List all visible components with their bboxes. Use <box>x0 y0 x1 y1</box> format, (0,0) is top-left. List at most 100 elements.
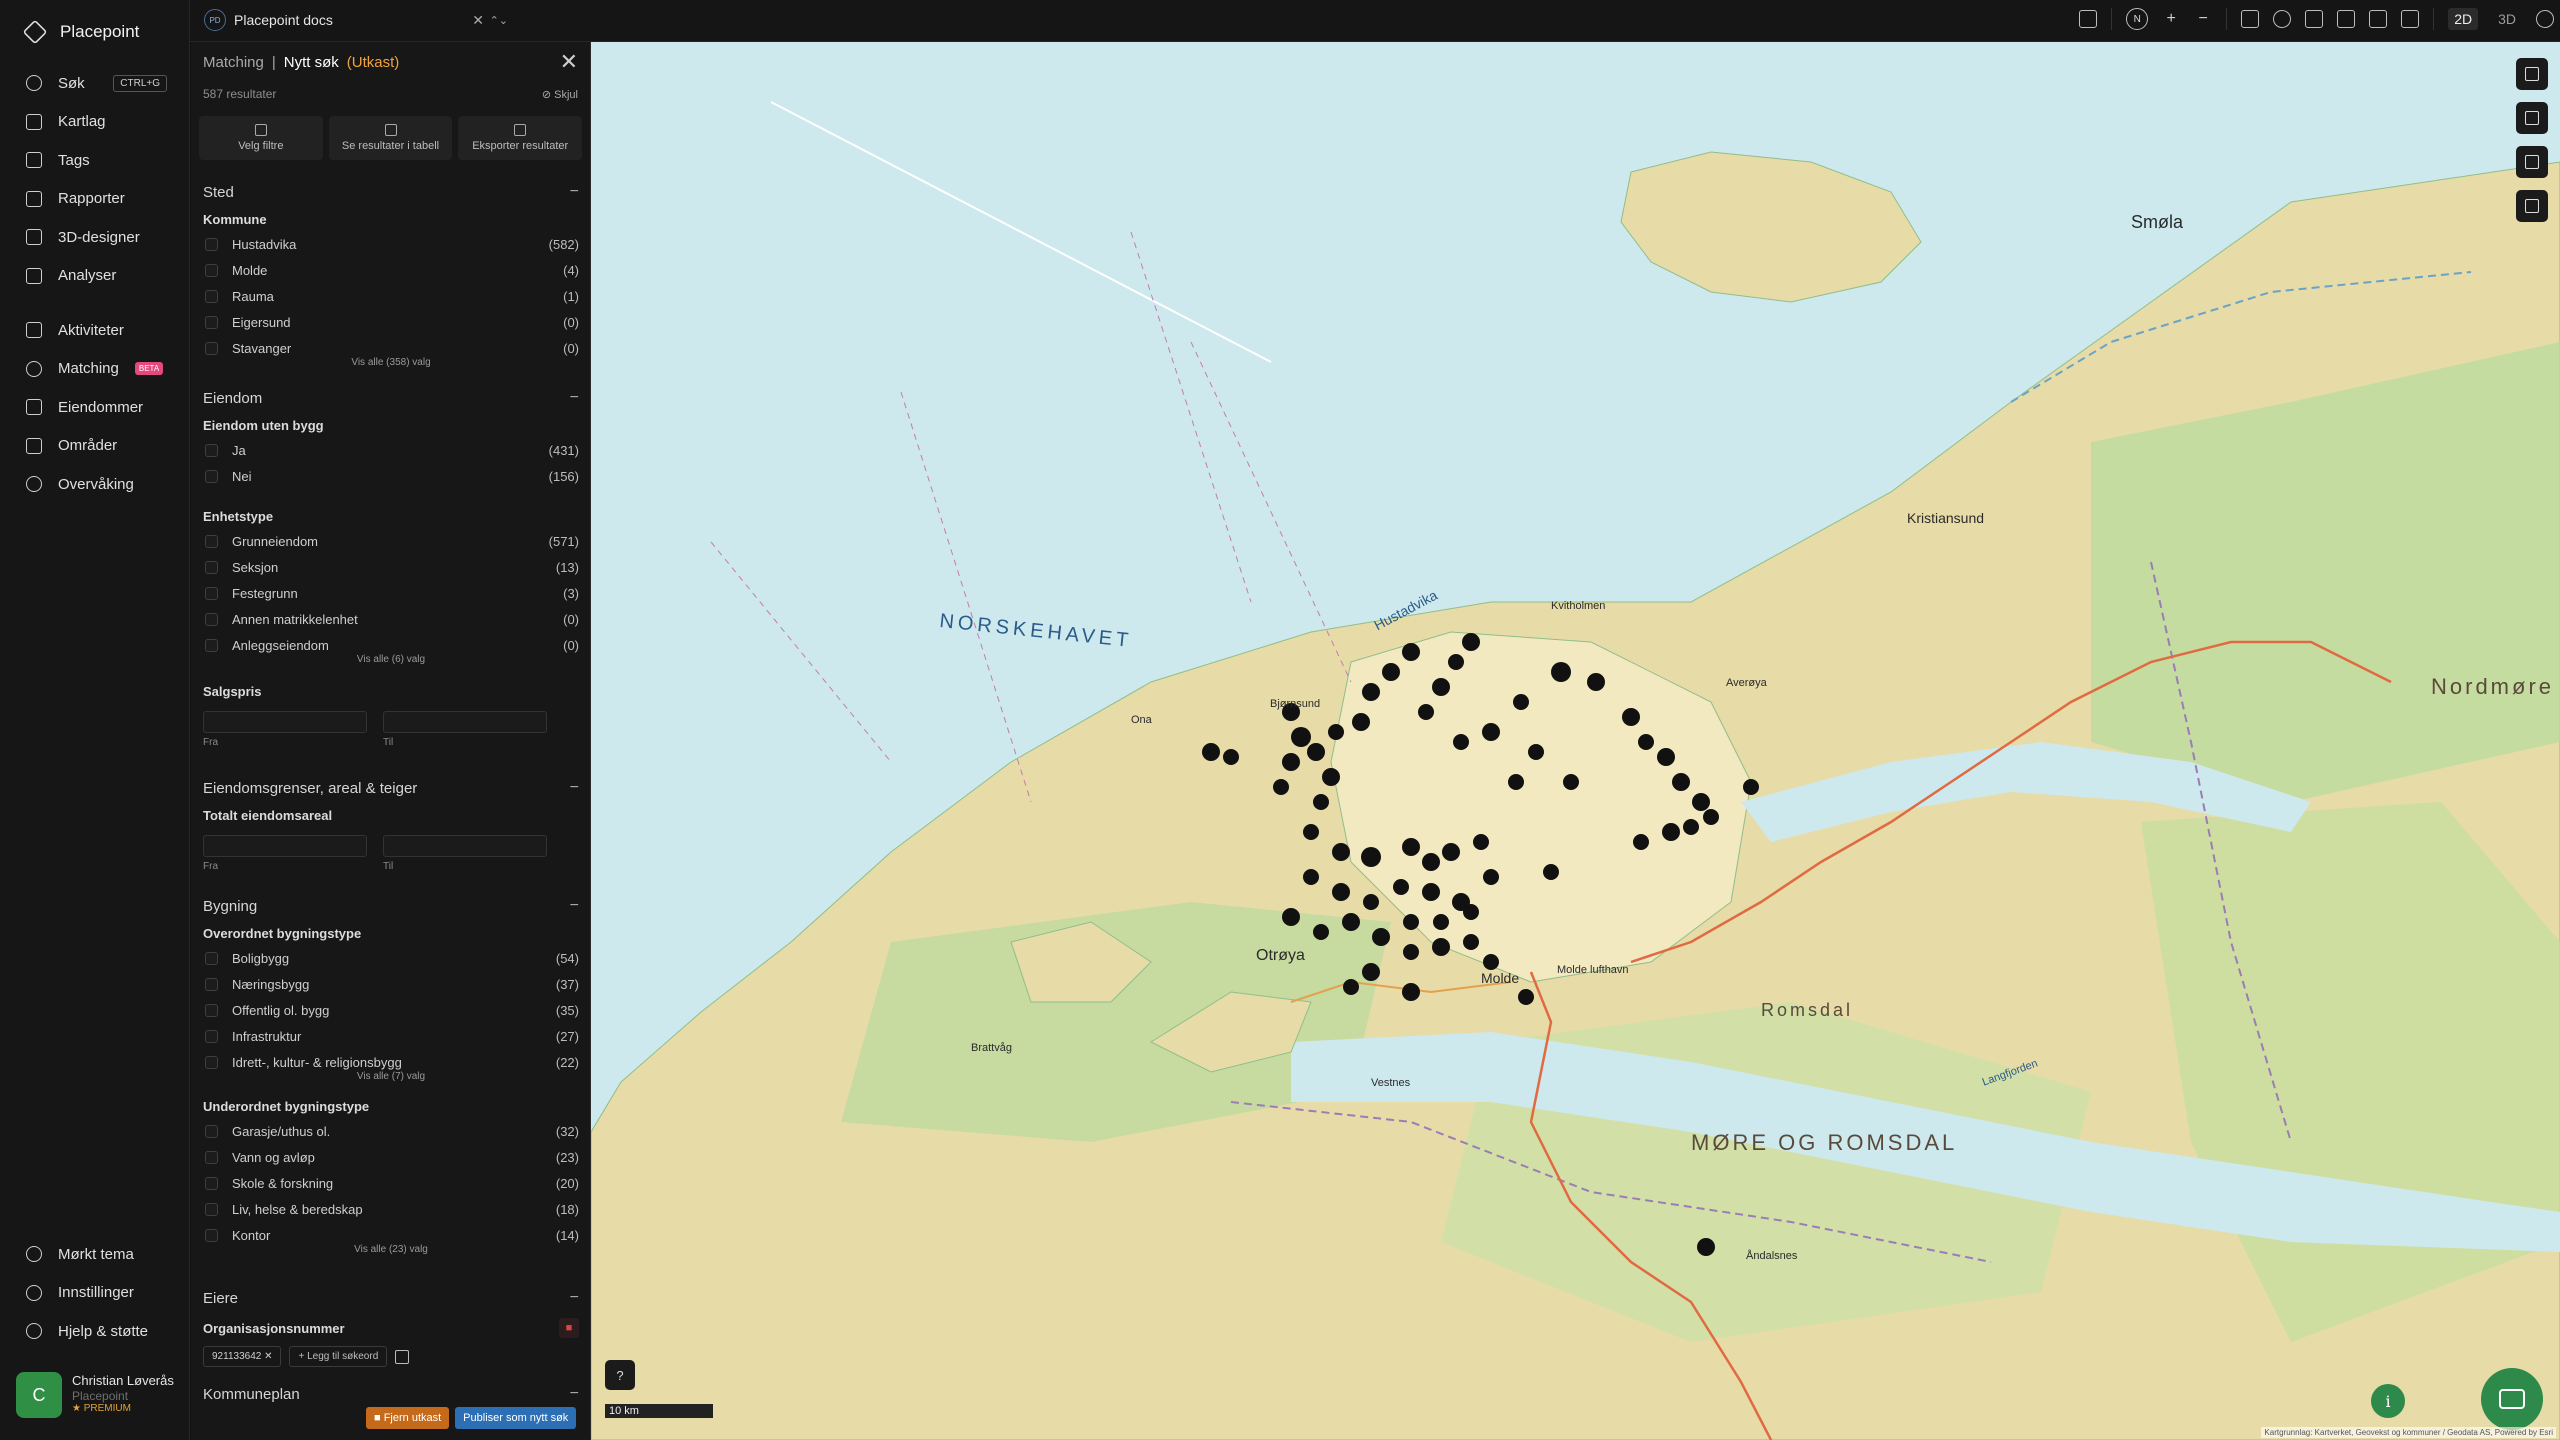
checkbox-option[interactable]: Boligbygg (54) <box>203 945 579 971</box>
brand[interactable]: Placepoint <box>0 0 189 64</box>
checkbox-option[interactable]: Eigersund (0) <box>203 309 579 335</box>
bookmark-icon[interactable] <box>2401 10 2420 28</box>
print-icon[interactable] <box>2241 10 2260 28</box>
info-icon[interactable] <box>2536 10 2554 28</box>
checkbox-option[interactable]: Hustadvika (582) <box>203 231 579 257</box>
view-table-button[interactable]: Se resultater i tabell <box>328 116 453 160</box>
doc-badge: PD <box>204 9 226 31</box>
choose-filters-button[interactable]: Velg filtre <box>199 116 323 160</box>
nav-item-analyser[interactable]: Analyser <box>0 257 189 296</box>
export-button[interactable]: Eksporter resultater <box>458 116 583 160</box>
collapse-icon[interactable]: − <box>570 1385 579 1403</box>
document-selector[interactable]: PD Placepoint docs ✕ ⌃⌄ <box>204 6 524 34</box>
price-range: Fra Til <box>203 711 579 748</box>
collapse-icon[interactable]: − <box>570 389 579 407</box>
chat-button[interactable] <box>2481 1368 2543 1430</box>
region-label: Nordmøre <box>2431 674 2555 699</box>
map-canvas[interactable] <box>591 42 2560 1440</box>
nav-item-settings[interactable]: Innstillinger <box>0 1274 190 1313</box>
fullscreen-icon[interactable] <box>2305 10 2324 28</box>
draw-button[interactable] <box>2516 190 2548 222</box>
building-icon <box>26 399 42 416</box>
show-all-link[interactable]: Vis alle (23) valg <box>203 1244 579 1258</box>
checkbox-option[interactable]: Festegrunn (3) <box>203 580 579 606</box>
map-layers-button[interactable] <box>2516 58 2548 90</box>
checkbox-option[interactable]: Nei (156) <box>203 463 579 489</box>
section-eiendom: Eiendom − Eiendom uten bygg Ja (431) Nei (1… <box>203 389 579 748</box>
gear-icon <box>26 1284 42 1301</box>
collapse-icon[interactable]: − <box>570 1289 579 1307</box>
checkbox-option[interactable]: Molde (4) <box>203 257 579 283</box>
nav-item-matching[interactable]: Matching BETA <box>0 350 189 389</box>
show-all-link[interactable]: Vis alle (7) valg <box>203 1071 579 1085</box>
checkbox-option[interactable]: Garasje/uthus ol. (32) <box>203 1118 579 1144</box>
checkbox-option[interactable]: Annen matrikkelenhet (0) <box>203 606 579 632</box>
map-view[interactable]: NORSKEHAVET MØRE OG ROMSDAL Nordmøre Rom… <box>591 42 2560 1440</box>
checkbox-option[interactable]: Ja (431) <box>203 437 579 463</box>
info-button[interactable]: i <box>2371 1384 2405 1418</box>
close-icon[interactable]: ✕ <box>560 49 578 75</box>
publish-search-button[interactable]: Publiser som nytt søk <box>455 1407 577 1429</box>
hide-toggle[interactable]: ⊘ Skjul <box>542 88 578 101</box>
table-icon <box>384 124 397 136</box>
eye-icon[interactable] <box>2273 10 2292 28</box>
nav-item-3d-designer[interactable]: 3D-designer <box>0 218 189 257</box>
collapse-icon[interactable]: − <box>570 779 579 797</box>
checkbox-option[interactable]: Rauma (1) <box>203 283 579 309</box>
place-label: Averøya <box>1726 677 1767 689</box>
checkbox-option[interactable]: Offentlig ol. bygg (35) <box>203 997 579 1023</box>
nav-item-search[interactable]: Søk CTRL+G <box>0 64 189 103</box>
nav-item-overvaking[interactable]: Overvåking <box>0 465 189 504</box>
show-all-link[interactable]: Vis alle (358) valg <box>203 357 579 371</box>
map-attribution: Kartgrunnlag: Kartverket, Geovekst og ko… <box>2261 1427 2556 1438</box>
clear-icon[interactable]: ✕ <box>472 12 484 29</box>
checkbox-option[interactable]: Næringsbygg (37) <box>203 971 579 997</box>
shortcut-badge: CTRL+G <box>113 74 167 92</box>
trash-icon[interactable]: ■ <box>559 1318 579 1338</box>
user-card[interactable]: C Christian Løverås Placepoint ★ PREMIUM <box>16 1372 174 1418</box>
nav-item-rapporter[interactable]: Rapporter <box>0 180 189 219</box>
checkbox-option[interactable]: Grunneiendom (571) <box>203 528 579 554</box>
grid-icon[interactable] <box>2369 10 2388 28</box>
remove-draft-button[interactable]: ■ Fjern utkast <box>366 1407 450 1429</box>
zoom-out-icon[interactable]: − <box>2194 10 2212 28</box>
chart-button[interactable] <box>2516 146 2548 178</box>
help-icon <box>26 1323 42 1340</box>
area-to-input[interactable] <box>383 835 547 857</box>
checkbox-option[interactable]: Liv, helse & beredskap (18) <box>203 1196 579 1222</box>
area-from-input[interactable] <box>203 835 367 857</box>
nav-item-dark-theme[interactable]: Mørkt tema <box>0 1235 190 1274</box>
nav-item-tags[interactable]: Tags <box>0 141 189 180</box>
layers-stack-icon[interactable] <box>2079 10 2098 28</box>
help-button[interactable]: ? <box>605 1360 635 1390</box>
place-label: Vestnes <box>1371 1077 1411 1089</box>
breadcrumb[interactable]: Matching <box>203 54 264 71</box>
camera-icon[interactable] <box>2337 10 2356 28</box>
copy-icon[interactable] <box>395 1349 410 1364</box>
checkbox-option[interactable]: Skole & forskning (20) <box>203 1170 579 1196</box>
checkbox-option[interactable]: Infrastruktur (27) <box>203 1023 579 1049</box>
nav-item-help[interactable]: Hjelp & støtte <box>0 1312 190 1351</box>
checkbox-option[interactable]: Vann og avløp (23) <box>203 1144 579 1170</box>
collapse-icon[interactable]: − <box>570 897 579 915</box>
nav-item-aktiviteter[interactable]: Aktiviteter <box>0 311 189 350</box>
mode-3d-toggle[interactable]: 3D <box>2492 8 2522 30</box>
compass-icon[interactable]: N <box>2126 8 2149 30</box>
show-all-link[interactable]: Vis alle (6) valg <box>203 654 579 668</box>
zoom-in-icon[interactable]: + <box>2162 10 2180 28</box>
add-search-term-button[interactable]: + Legg til søkeord <box>289 1346 388 1367</box>
collapse-icon[interactable]: − <box>570 183 579 201</box>
measure-button[interactable] <box>2516 102 2548 134</box>
price-to-input[interactable] <box>383 711 547 733</box>
checkbox-option[interactable]: Seksjon (13) <box>203 554 579 580</box>
mode-2d-toggle[interactable]: 2D <box>2448 8 2479 30</box>
chevron-updown-icon[interactable]: ⌃⌄ <box>490 14 508 27</box>
nav-item-eiendommer[interactable]: Eiendommer <box>0 388 189 427</box>
price-from-input[interactable] <box>203 711 367 733</box>
nav-item-omrader[interactable]: Områder <box>0 427 189 466</box>
place-label: Brattvåg <box>971 1042 1012 1054</box>
search-term-chip[interactable]: 921133642 ✕ <box>203 1346 282 1367</box>
nav-item-kartlag[interactable]: Kartlag <box>0 103 189 142</box>
download-icon <box>514 124 527 136</box>
draft-badge: (Utkast) <box>346 53 400 71</box>
